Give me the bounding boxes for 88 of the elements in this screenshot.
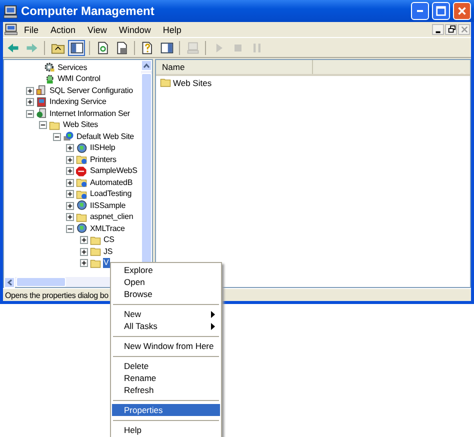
globe-icon (76, 223, 87, 234)
tree-item[interactable]: AutomatedB (89, 178, 134, 188)
computer-icon (186, 40, 200, 54)
menu-item[interactable]: New (112, 308, 220, 320)
menu-item[interactable]: Help (156, 24, 188, 34)
expander-icon[interactable] (66, 213, 74, 222)
close-icon (456, 5, 468, 17)
tree-item[interactable]: IISHelp (89, 143, 116, 154)
expander-icon[interactable] (66, 224, 74, 233)
server-icon (36, 108, 46, 120)
menu-item[interactable]: Window (112, 24, 157, 34)
expander-icon[interactable] (80, 236, 88, 244)
tree-item[interactable]: Services (56, 62, 88, 73)
menu-item[interactable]: View (82, 24, 113, 34)
gear-icon (44, 62, 55, 74)
tree-item[interactable]: aspnet_clien (89, 212, 134, 222)
menu-item[interactable]: Help (112, 424, 220, 436)
minimize-icon (417, 10, 423, 12)
menu-item[interactable]: Action (44, 24, 82, 34)
tree-item[interactable]: CS (102, 235, 116, 246)
menu-item[interactable]: All Tasks (112, 320, 220, 332)
toggle-tree-button[interactable] (68, 40, 85, 56)
globe-icon (76, 142, 87, 154)
tree-item[interactable]: LoadTesting (89, 189, 132, 200)
gear-icon (44, 74, 55, 85)
folder-icon (76, 177, 87, 188)
expander-icon[interactable] (66, 202, 74, 210)
restore-icon (446, 25, 456, 34)
tree-item[interactable]: Internet Information Ser (48, 108, 131, 119)
globe-icon (62, 131, 74, 142)
tree-item[interactable]: JS (102, 246, 114, 257)
close-icon (460, 25, 468, 34)
tree-item[interactable]: Default Web Site (76, 132, 135, 142)
expander-icon[interactable] (66, 178, 74, 187)
server-icon (36, 85, 46, 96)
menu-item[interactable]: File (18, 24, 45, 34)
globe-icon (76, 200, 87, 212)
folder-icon (90, 246, 100, 258)
expander-icon[interactable] (52, 132, 60, 141)
tree-item[interactable]: Web Sites (62, 120, 99, 130)
expander-icon[interactable] (66, 144, 74, 152)
expander-icon[interactable] (80, 248, 88, 256)
server-icon (36, 96, 46, 108)
computer-icon[interactable] (4, 23, 18, 36)
panel-icon (70, 40, 84, 54)
window-title: Computer Management (21, 4, 156, 18)
menu-item[interactable]: Properties (112, 404, 220, 416)
page-icon (96, 40, 110, 54)
expander-icon[interactable] (80, 259, 88, 268)
tree-item[interactable]: Indexing Service (48, 97, 108, 108)
menu-item[interactable]: Delete (112, 360, 220, 372)
tree-item[interactable]: Printers (89, 154, 118, 165)
expander-icon[interactable] (66, 190, 74, 198)
help-icon (140, 40, 154, 54)
menu-item[interactable]: Browse (112, 288, 220, 300)
tree-item[interactable]: V (102, 258, 110, 268)
folder-icon (49, 120, 60, 131)
folder-icon (76, 188, 87, 200)
folder-icon (90, 234, 100, 246)
folder-icon (90, 258, 100, 269)
minimize-button[interactable] (432, 24, 444, 35)
maximize-button[interactable] (432, 2, 450, 20)
expander-icon[interactable] (66, 156, 74, 164)
expander-icon[interactable] (26, 86, 34, 95)
stop-icon (76, 166, 87, 177)
tree-item[interactable]: SQL Server Configuratio (48, 86, 134, 96)
document-icon (114, 40, 128, 54)
tree-item[interactable]: WMI Control (56, 74, 102, 84)
computer-icon (3, 4, 18, 18)
menu-item[interactable]: Explore (112, 264, 220, 276)
expander-icon[interactable] (66, 167, 74, 176)
folder-icon (76, 154, 87, 166)
tree-item[interactable]: SampleWebS (89, 166, 138, 176)
status-text: Opens the properties dialog bo (5, 290, 108, 300)
tree-item[interactable]: IISSample (89, 200, 127, 211)
menu-item[interactable]: Open (112, 276, 220, 288)
expander-icon[interactable] (26, 110, 34, 118)
tree-item[interactable]: XMLTrace (89, 224, 126, 234)
maximize-icon (435, 5, 447, 17)
list-item[interactable]: Web Sites (173, 78, 212, 88)
expander-icon[interactable] (39, 121, 47, 130)
folder-icon (76, 212, 87, 223)
menu-item[interactable]: Rename (112, 372, 220, 384)
expander-icon[interactable] (26, 98, 34, 106)
restore-button[interactable] (445, 24, 457, 35)
menu-item[interactable]: Refresh (112, 384, 220, 396)
panel-icon (160, 40, 174, 54)
menu-item[interactable]: New Window from Here (112, 340, 220, 352)
